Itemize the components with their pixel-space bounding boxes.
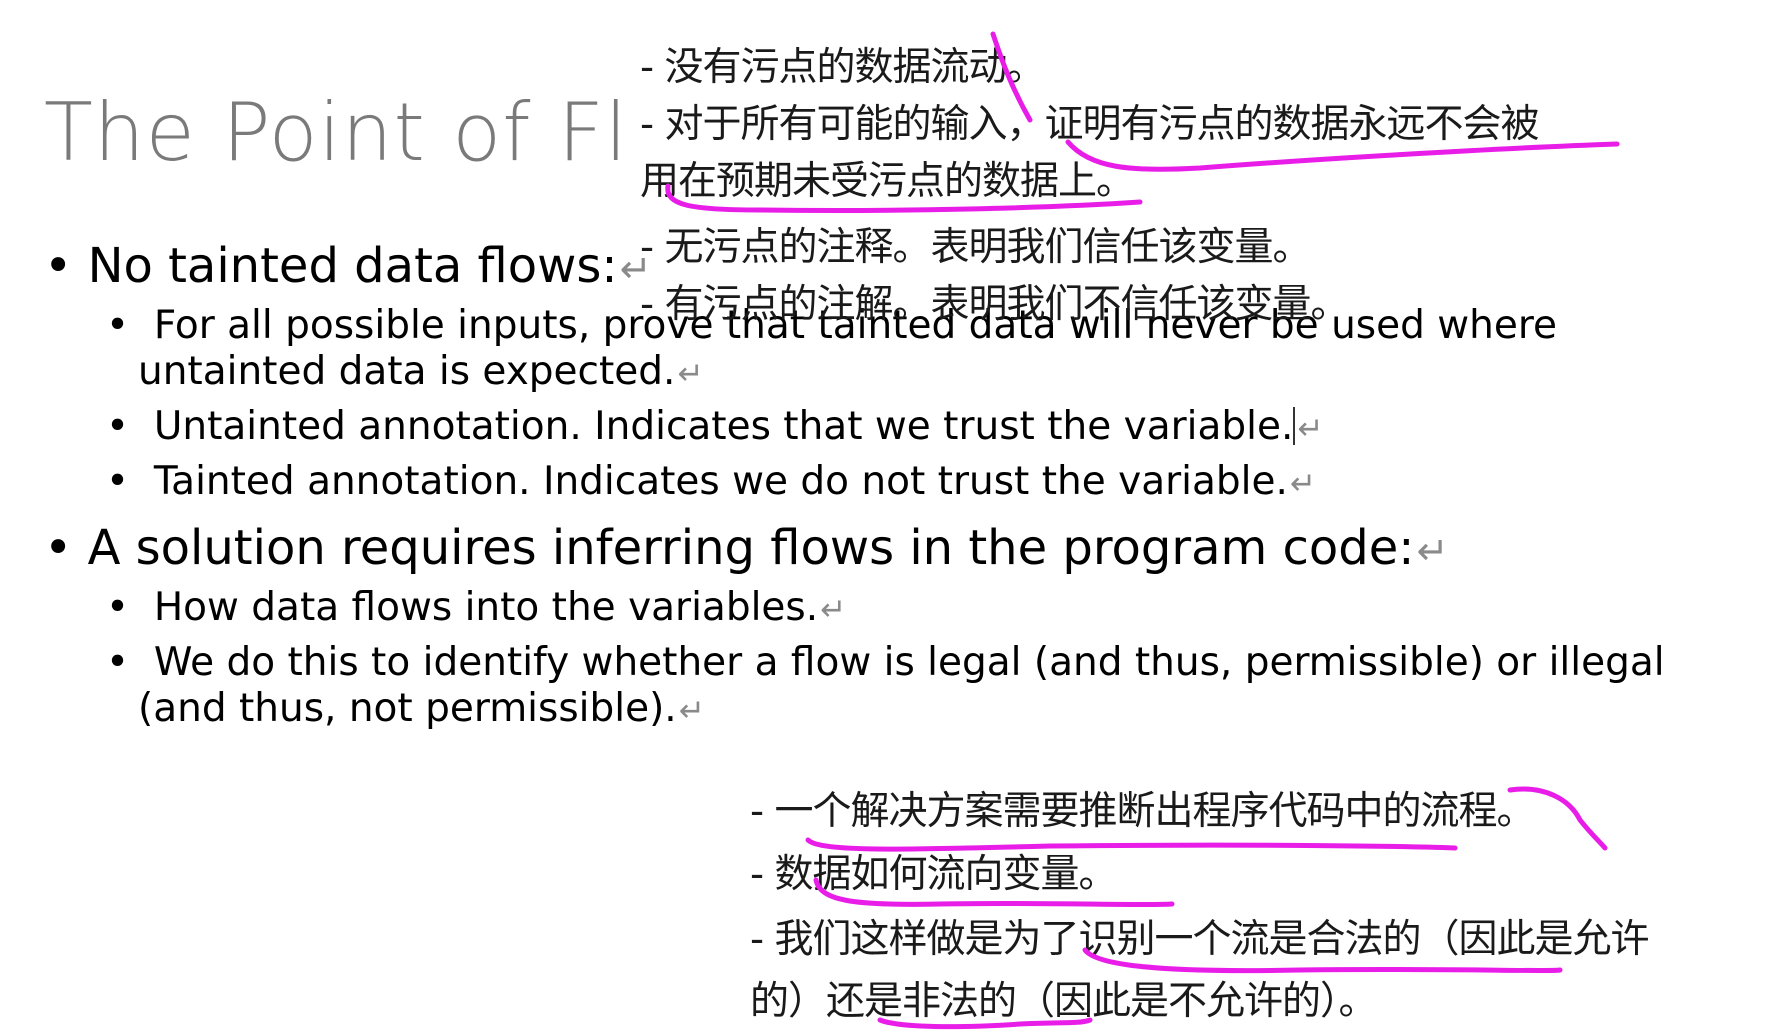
slide: The Point of Flow • No tainted data flow… [0, 0, 1766, 1036]
bullet-1-sub-1-cont: untainted data is expected.↵ [138, 348, 704, 398]
bullet-2: • A solution requires inferring flows in… [44, 520, 1449, 580]
return-mark-icon: ↵ [1416, 529, 1449, 574]
bullet-2-sub-1-line-1: How data flows into the variables. [153, 585, 819, 630]
return-mark-icon: ↵ [1297, 411, 1324, 447]
translation-top-line-5: - 有污点的注解。表明我们不信任该变量。 [640, 282, 1349, 327]
translation-top-line-3: 用在预期未受污点的数据上。 [640, 159, 1135, 204]
bullet-dot: • [106, 303, 154, 348]
translation-top-line-4: - 无污点的注释。表明我们信任该变量。 [640, 225, 1311, 270]
return-mark-icon: ↵ [1289, 466, 1316, 502]
slide-title: The Point of Flow [44, 88, 634, 178]
bullet-dot: • [44, 238, 88, 294]
bullet-2-sub-2: • We do this to identify whether a flow … [106, 639, 1665, 687]
text-cursor [1293, 407, 1296, 445]
translation-bottom-line-3: - 我们这样做是为了识别一个流是合法的（因此是允许 [750, 917, 1649, 962]
bullet-dot: • [106, 459, 154, 504]
return-mark-icon: ↵ [677, 356, 704, 392]
bullet-1-sub-2-line-1: Untainted annotation. Indicates that we … [153, 404, 1294, 449]
bullet-2-sub-2-line-1: We do this to identify whether a flow is… [153, 640, 1665, 685]
return-mark-icon: ↵ [678, 693, 705, 729]
bullet-1-text: No tainted data flows: [87, 238, 618, 294]
translation-bottom-line-1: - 一个解决方案需要推断出程序代码中的流程。 [750, 789, 1535, 834]
bullet-1-sub-1-line-2: untainted data is expected. [138, 349, 676, 394]
bullet-2-text: A solution requires inferring flows in t… [87, 520, 1415, 576]
bullet-dot: • [106, 585, 154, 630]
bullet-dot: • [106, 404, 154, 449]
return-mark-icon: ↵ [820, 592, 847, 628]
bullet-2-sub-2-cont: (and thus, not permissible).↵ [138, 685, 705, 735]
translation-bottom-line-4: 的）还是非法的（因此是不允许的）。 [750, 979, 1378, 1024]
translation-bottom-line-2: - 数据如何流向变量。 [750, 852, 1117, 897]
translation-top-line-1: - 没有污点的数据流动。 [640, 45, 1045, 90]
bullet-dot: • [106, 640, 154, 685]
bullet-2-sub-1: • How data flows into the variables.↵ [106, 584, 846, 634]
translation-top-line-2: - 对于所有可能的输入，证明有污点的数据永远不会被 [640, 102, 1539, 147]
bullet-dot: • [44, 520, 88, 576]
bullet-1-sub-2: • Untainted annotation. Indicates that w… [106, 403, 1324, 453]
bullet-1-sub-3: • Tainted annotation. Indicates we do no… [106, 458, 1316, 508]
bullet-2-sub-2-line-2: (and thus, not permissible). [138, 686, 677, 731]
bullet-1-sub-3-line-1: Tainted annotation. Indicates we do not … [153, 459, 1288, 504]
bullet-1: • No tainted data flows:↵ [44, 238, 652, 298]
